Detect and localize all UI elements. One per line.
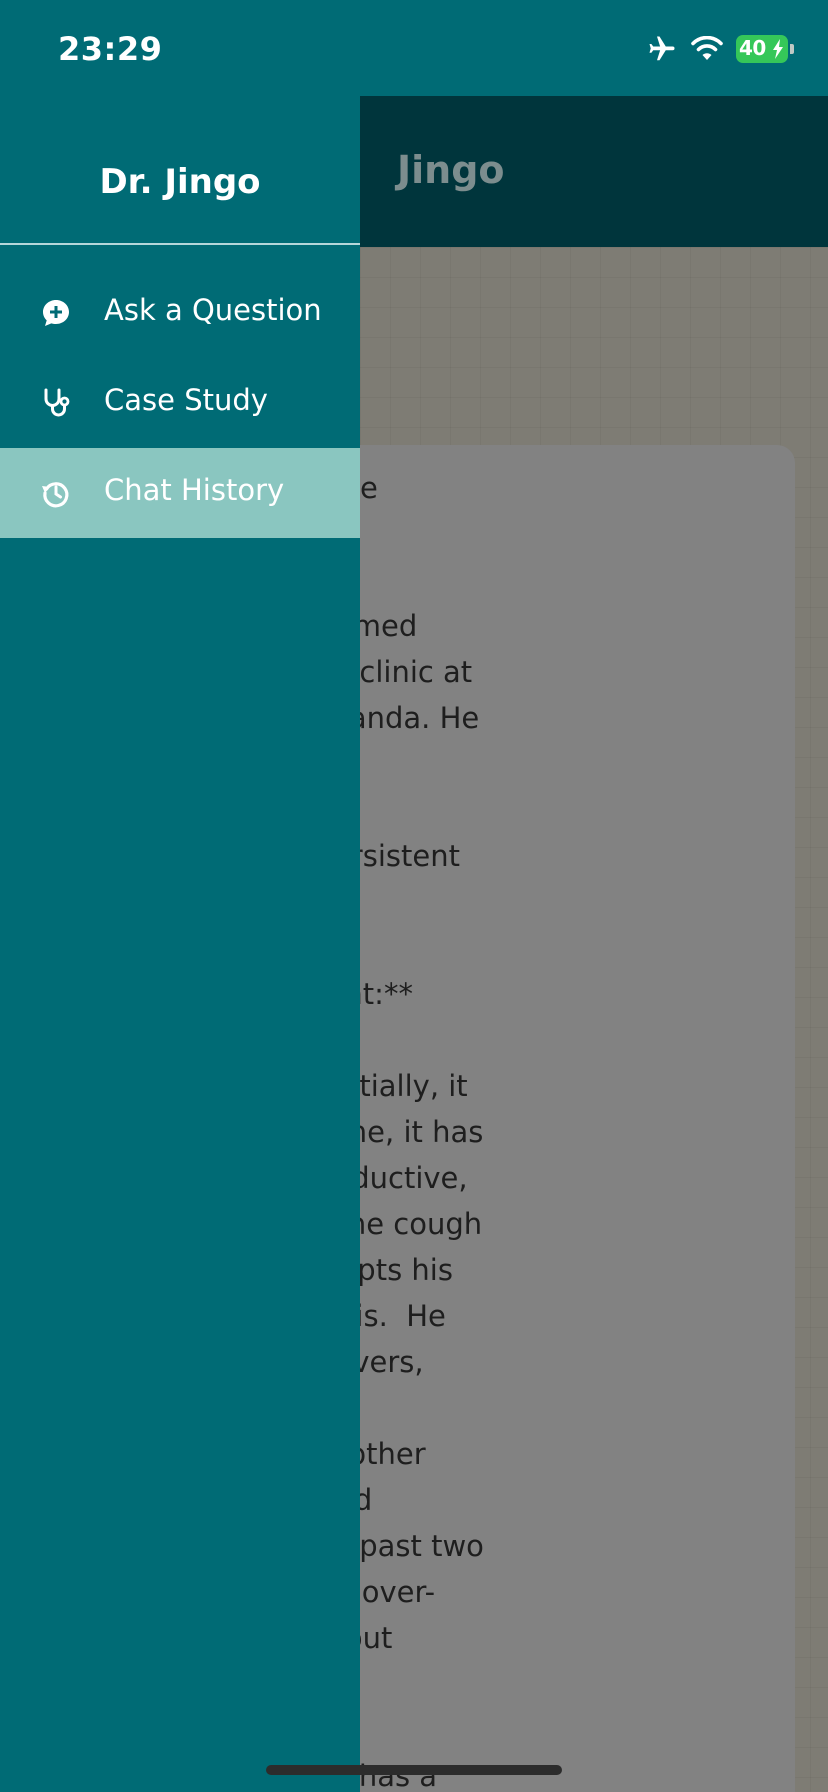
status-bar: 23:29 40 xyxy=(0,0,828,96)
status-icons: 40 xyxy=(646,32,794,66)
battery-nub xyxy=(790,44,794,54)
stethoscope-icon xyxy=(44,388,70,417)
battery-icon: 40 xyxy=(736,35,788,63)
chat-plus-icon xyxy=(43,300,69,326)
drawer-header: Dr. Jingo xyxy=(0,96,360,245)
history-icon xyxy=(42,482,69,508)
status-time: 23:29 xyxy=(58,30,163,68)
nav-item-label: Ask a Question xyxy=(104,293,322,327)
nav-item-case-study[interactable]: Case Study xyxy=(0,358,360,448)
nav-item-label: Chat History xyxy=(104,473,285,507)
navigation-drawer: Dr. Jingo Ask a Question Case Study Chat… xyxy=(0,96,360,1792)
nav-item-ask-a-question[interactable]: Ask a Question xyxy=(0,268,360,358)
nav-item-label: Case Study xyxy=(104,383,268,417)
nav-item-chat-history[interactable]: Chat History xyxy=(0,448,360,538)
drawer-nav-list: Ask a Question Case Study Chat History xyxy=(0,268,360,538)
home-indicator[interactable] xyxy=(266,1765,562,1775)
app-title: Jingo xyxy=(397,148,505,192)
bolt-icon xyxy=(773,39,783,59)
battery-percent: 40 xyxy=(739,36,766,60)
wifi-icon xyxy=(691,36,723,60)
drawer-title: Dr. Jingo xyxy=(99,162,261,202)
airplane-icon xyxy=(649,36,675,61)
